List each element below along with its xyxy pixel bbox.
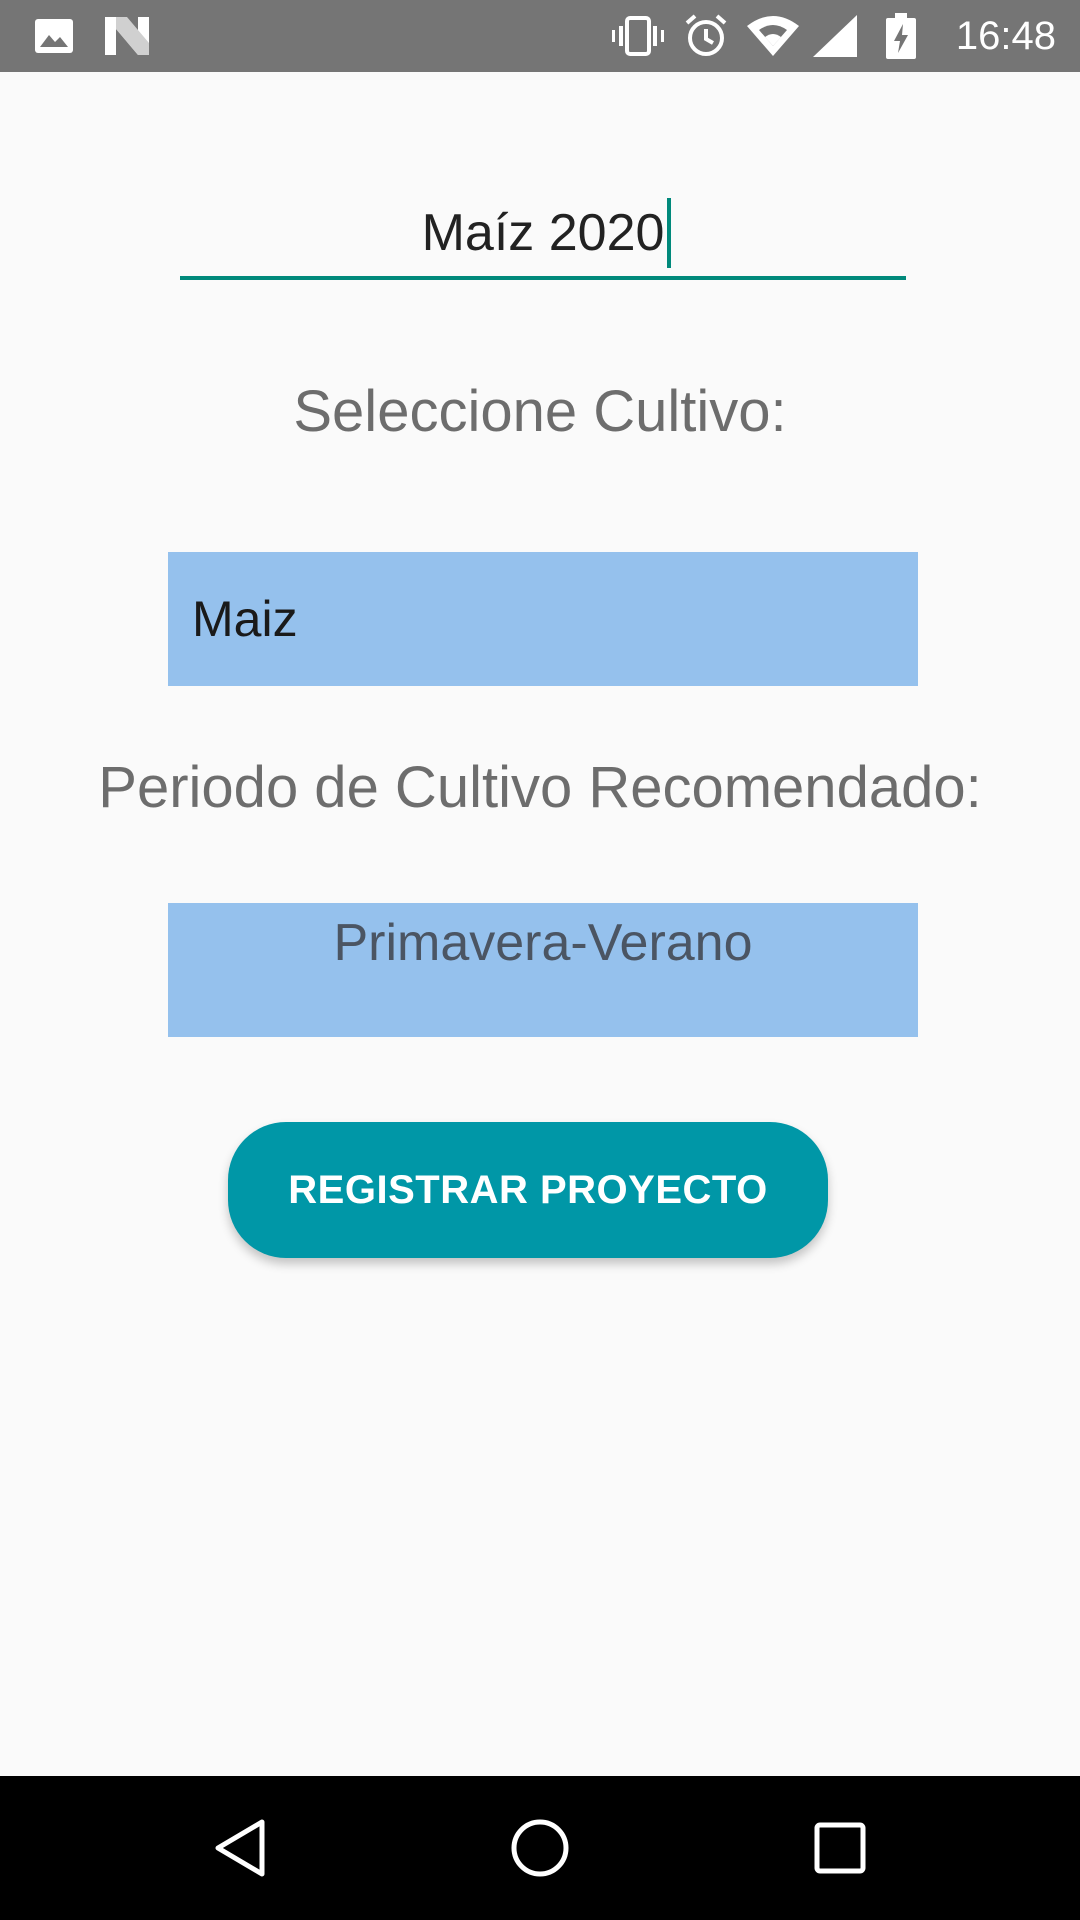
recents-icon[interactable] bbox=[760, 1776, 920, 1920]
select-crop-label: Seleccione Cultivo: bbox=[293, 379, 787, 444]
alarm-icon bbox=[682, 0, 730, 72]
register-project-label: REGISTRAR PROYECTO bbox=[288, 1167, 768, 1212]
status-bar: 16:48 bbox=[0, 0, 1080, 72]
home-icon[interactable] bbox=[460, 1776, 620, 1920]
register-project-button[interactable]: REGISTRAR PROYECTO bbox=[228, 1122, 828, 1258]
period-value: Primavera-Verano bbox=[333, 914, 753, 972]
signal-icon bbox=[812, 0, 858, 72]
navigation-bar bbox=[0, 1776, 1080, 1920]
image-icon bbox=[34, 0, 74, 72]
period-value-box: Primavera-Verano bbox=[168, 903, 918, 1037]
status-time: 16:48 bbox=[955, 14, 1056, 58]
wifi-icon bbox=[746, 0, 800, 72]
battery-charging-icon bbox=[884, 0, 918, 72]
crop-selected-value: Maiz bbox=[192, 591, 298, 647]
project-name-input[interactable] bbox=[180, 190, 906, 280]
text-cursor bbox=[667, 198, 671, 268]
n-notification-icon bbox=[104, 0, 150, 72]
period-label: Periodo de Cultivo Recomendado: bbox=[98, 755, 982, 820]
vibrate-icon bbox=[610, 0, 666, 72]
crop-spinner[interactable]: Maiz bbox=[168, 552, 918, 686]
back-icon[interactable] bbox=[160, 1776, 320, 1920]
